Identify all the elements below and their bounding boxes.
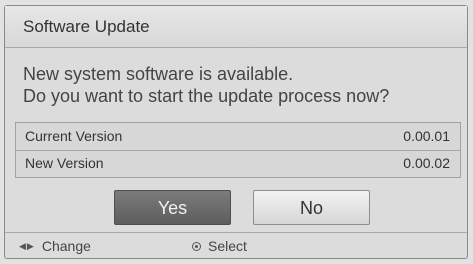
change-hint: ◀▶ Change: [19, 233, 91, 260]
navigation-hints: ◀▶ Change Select: [5, 232, 467, 259]
current-version-value: 0.00.01: [403, 128, 450, 144]
dialog-title: Software Update: [5, 6, 467, 48]
message-line-1: New system software is available.: [23, 64, 294, 84]
left-right-arrows-icon: ◀▶: [19, 241, 35, 251]
current-version-label: Current Version: [25, 128, 123, 144]
change-hint-label: Change: [41, 238, 91, 254]
new-version-value: 0.00.02: [403, 155, 450, 171]
new-version-row: New Version 0.00.02: [16, 150, 460, 177]
new-version-label: New Version: [25, 155, 104, 171]
yes-button[interactable]: Yes: [114, 190, 231, 225]
update-message: New system software is available. Do you…: [23, 63, 389, 107]
software-update-dialog: Software Update New system software is a…: [4, 5, 468, 259]
select-hint: Select: [192, 233, 247, 260]
ok-button-icon: [192, 242, 201, 251]
no-button[interactable]: No: [253, 190, 370, 225]
version-info-panel: Current Version 0.00.01 New Version 0.00…: [15, 122, 461, 178]
message-line-2: Do you want to start the update process …: [23, 86, 390, 106]
select-hint-label: Select: [208, 238, 247, 254]
current-version-row: Current Version 0.00.01: [16, 123, 460, 151]
